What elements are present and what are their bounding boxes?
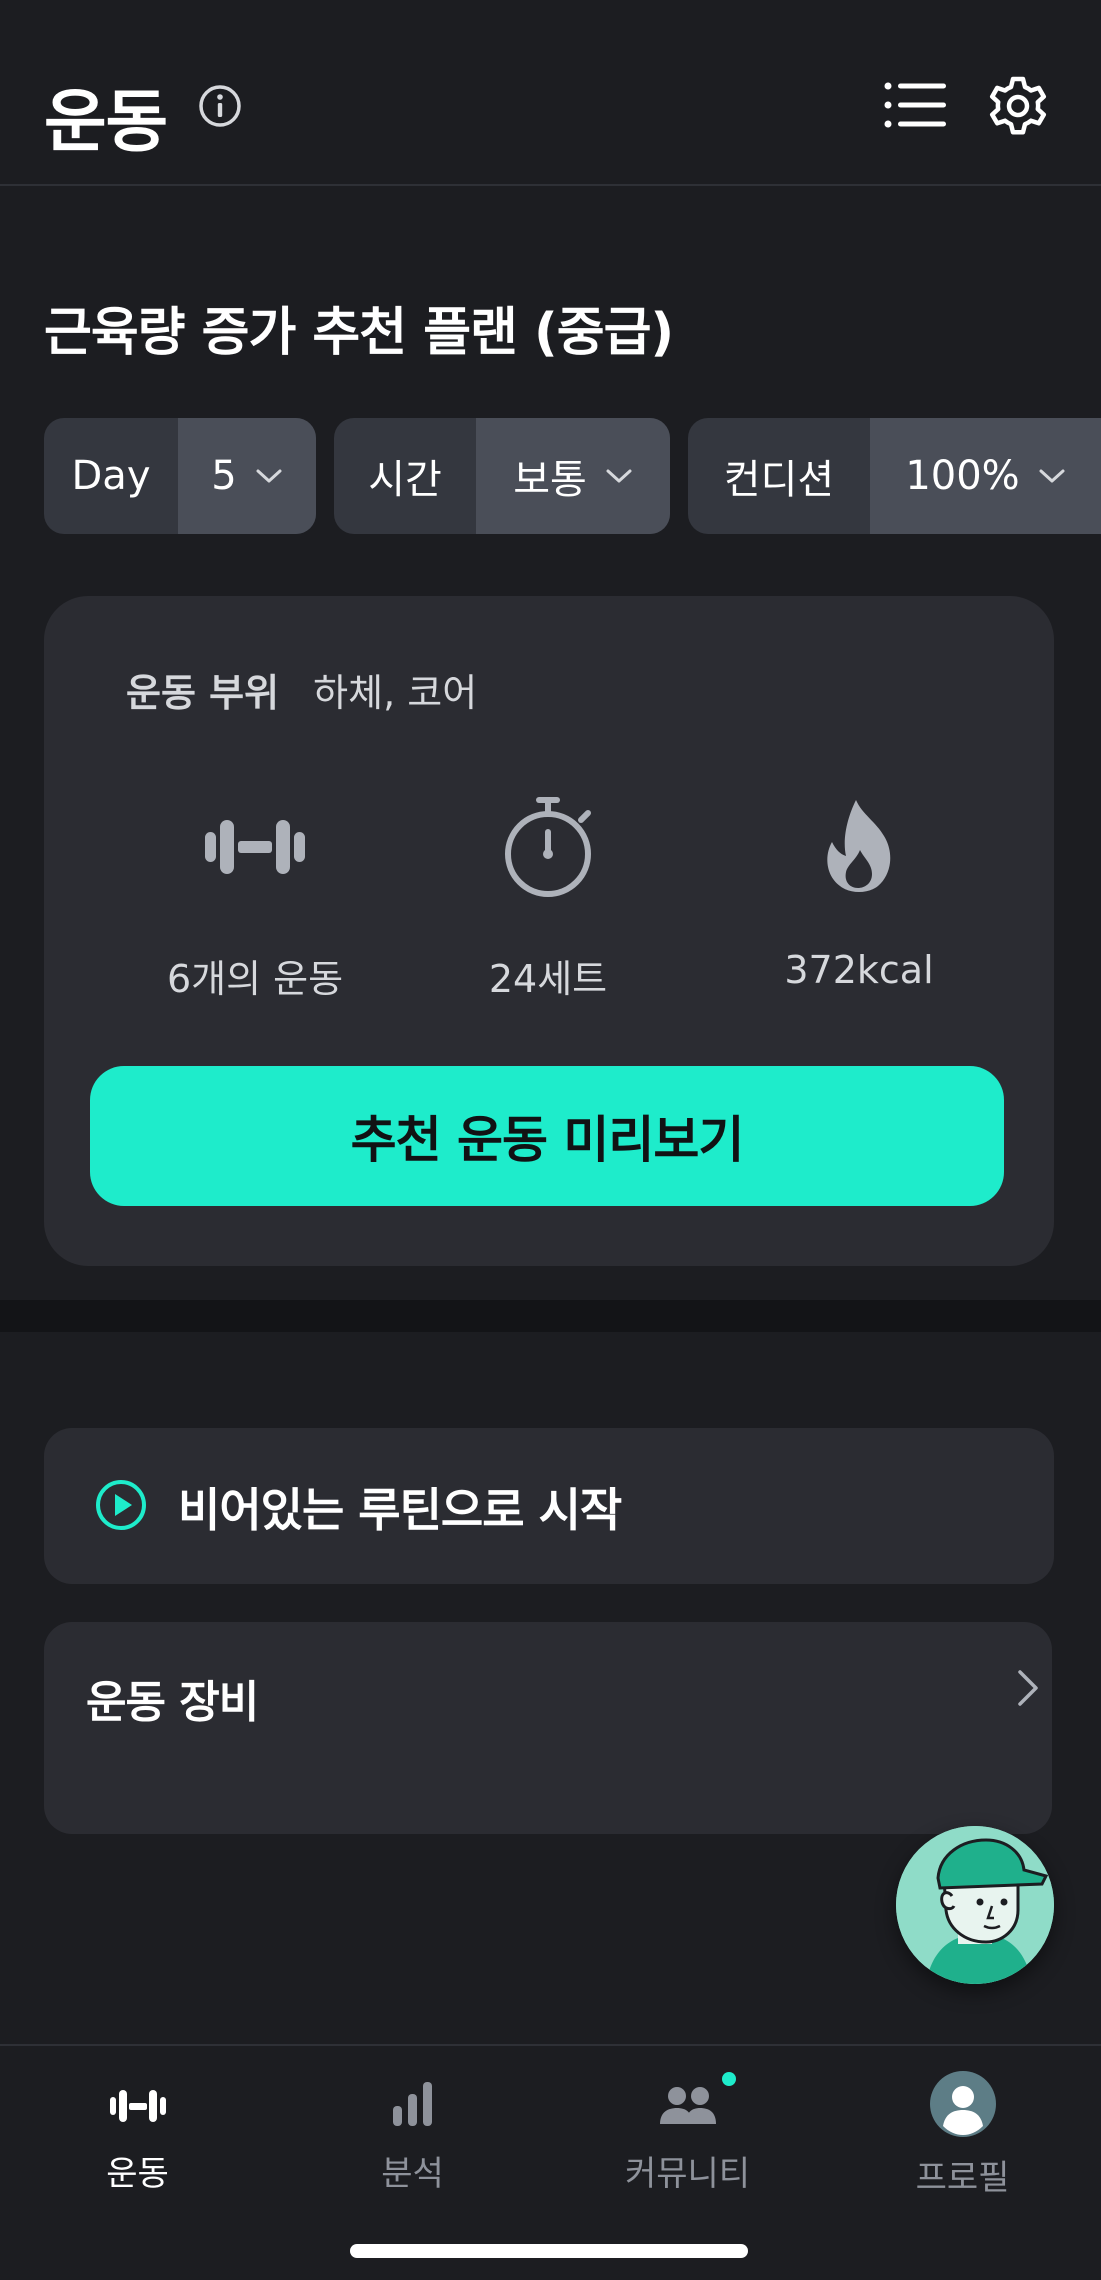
home-indicator — [350, 2244, 748, 2258]
condition-selector[interactable]: 컨디션 100% — [688, 418, 1101, 534]
stat-sets-text: 24세트 — [488, 957, 608, 1001]
plan-title: 근육량 증가 추천 플랜 (중급) — [44, 303, 674, 363]
nav-item-profile[interactable]: 프로필 — [825, 2046, 1100, 2246]
equipment-label: 운동 장비 — [86, 1677, 259, 1728]
page-title: 운동 — [44, 83, 168, 162]
list-icon[interactable] — [884, 80, 946, 130]
coach-avatar-button[interactable] — [896, 1826, 1054, 1984]
nav-label-profile: 프로필 — [915, 2158, 1010, 2198]
app-header: 운동 — [0, 0, 1101, 186]
time-selector-label: 시간 — [368, 457, 442, 503]
stat-sets: 24세트 — [398, 792, 698, 1003]
body-part-label: 운동 부위 — [126, 671, 280, 715]
people-icon — [659, 2087, 716, 2124]
chevron-down-icon — [606, 469, 632, 483]
stat-calories: 372kcal — [709, 792, 1009, 992]
day-value-text: 5 — [211, 453, 237, 499]
stopwatch-icon — [505, 797, 591, 897]
chevron-down-icon — [256, 469, 282, 483]
dumbbell-icon — [205, 820, 305, 874]
profile-icon — [929, 2071, 996, 2137]
empty-routine-label: 비어있는 루틴으로 시작 — [178, 1483, 622, 1537]
empty-routine-button[interactable]: 비어있는 루틴으로 시작 — [44, 1428, 1054, 1584]
time-selector[interactable]: 시간 보통 — [334, 418, 670, 534]
body-part-value: 하체, 코어 — [313, 671, 478, 715]
nav-item-workout[interactable]: 운동 — [0, 2046, 275, 2246]
section-divider — [0, 1300, 1101, 1332]
condition-selector-value[interactable]: 100% — [870, 418, 1101, 534]
community-badge-dot — [722, 2072, 736, 2086]
stat-exercises-text: 6개의 운동 — [166, 957, 344, 1001]
condition-value-text: 100% — [905, 453, 1020, 499]
coach-avatar-icon — [896, 1826, 1054, 1984]
play-circle-icon — [96, 1480, 146, 1530]
nav-label-analysis: 분석 — [381, 2154, 444, 2194]
chevron-down-icon — [1039, 469, 1065, 483]
flame-icon — [827, 800, 891, 892]
dumbbell-icon — [109, 2090, 166, 2122]
body-part-row: 운동 부위 하체, 코어 — [126, 662, 477, 717]
plan-card: 운동 부위 하체, 코어 6개의 운동 24세트 372kcal 추천 운동 미… — [44, 596, 1054, 1266]
info-icon[interactable] — [198, 84, 242, 128]
nav-label-workout: 운동 — [106, 2154, 169, 2194]
day-selector[interactable]: Day 5 — [44, 418, 316, 534]
day-selector-label: Day — [71, 453, 151, 499]
time-selector-value[interactable]: 보통 — [476, 418, 670, 534]
gear-icon[interactable] — [986, 74, 1050, 138]
day-selector-value[interactable]: 5 — [178, 418, 316, 534]
condition-selector-label: 컨디션 — [723, 457, 835, 503]
time-value-text: 보통 — [513, 457, 587, 503]
stat-exercises: 6개의 운동 — [105, 792, 405, 1003]
nav-label-community: 커뮤니티 — [624, 2154, 751, 2194]
nav-item-analysis[interactable]: 분석 — [275, 2046, 550, 2246]
bar-chart-icon — [392, 2082, 432, 2126]
preview-workout-button[interactable]: 추천 운동 미리보기 — [90, 1066, 1004, 1206]
chevron-right-icon — [1018, 1670, 1038, 1706]
nav-item-community[interactable]: 커뮤니티 — [550, 2046, 825, 2246]
stat-calories-text: 372kcal — [784, 948, 934, 992]
equipment-card[interactable]: 운동 장비 — [44, 1622, 1052, 1834]
